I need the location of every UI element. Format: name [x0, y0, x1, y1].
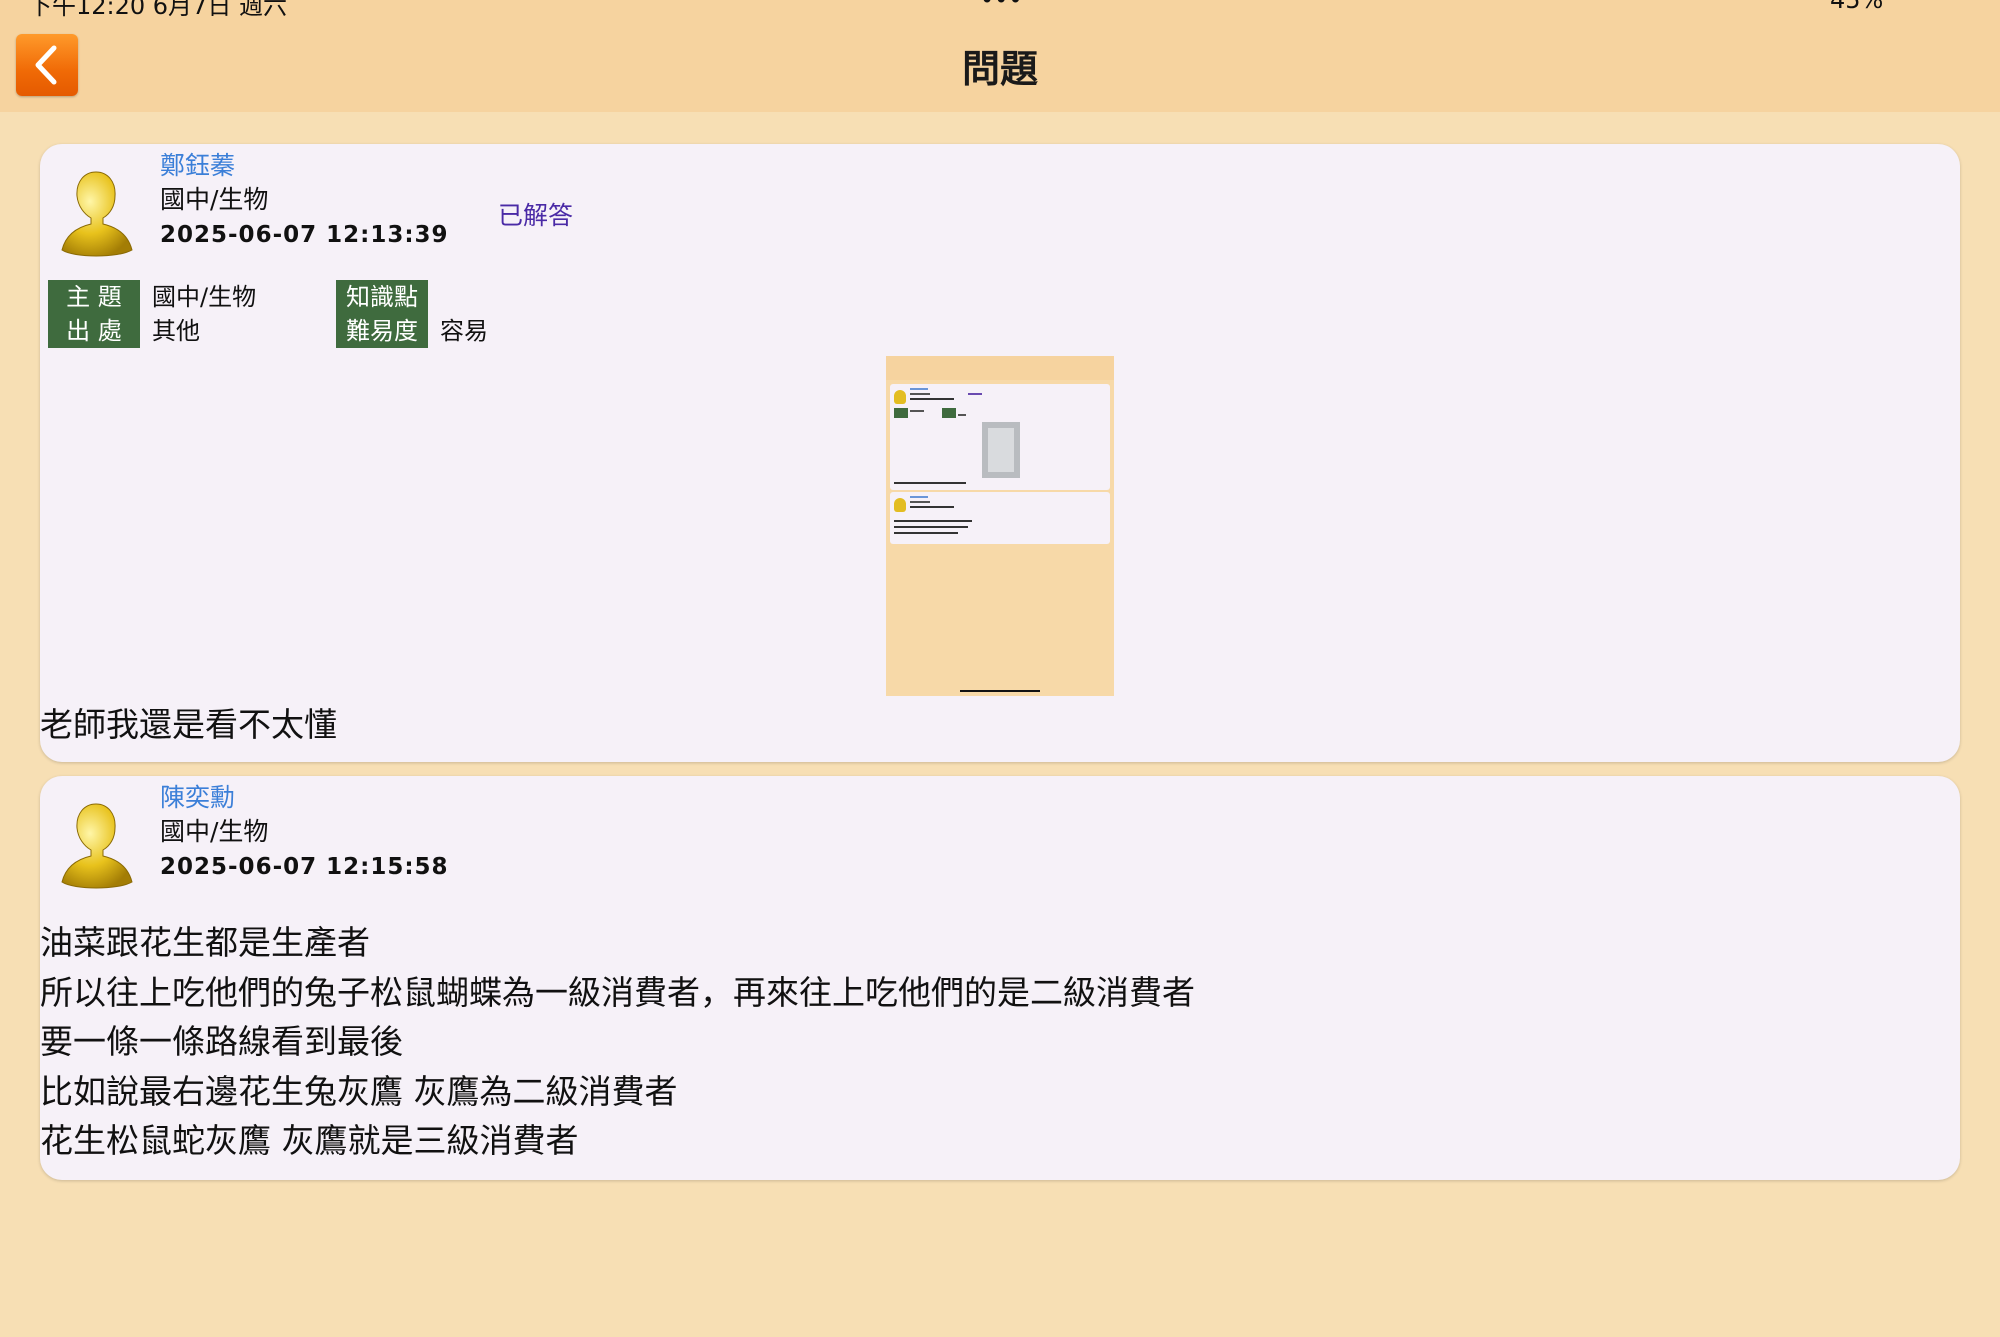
answer-category: 國中/生物 — [160, 817, 269, 846]
thumbnail-question-card — [890, 384, 1110, 490]
user-avatar-icon — [61, 803, 133, 889]
answer-text: 油菜跟花生都是生產者 所以往上吃他們的兔子松鼠蝴蝶為一級消費者，再來往上吃他們的… — [40, 918, 1195, 1166]
page-title: 問題 — [961, 47, 1038, 91]
thumbnail-header — [886, 356, 1114, 380]
question-category: 國中/生物 — [160, 185, 269, 214]
status-dots: ••• — [980, 0, 1023, 14]
status-bar: 下午12:20 6月7日 週六 ••• 45% — [0, 0, 2000, 20]
thumbnail-home-indicator — [960, 690, 1040, 692]
attachment-image-thumbnail[interactable] — [886, 356, 1114, 696]
answered-status: 已解答 — [498, 201, 574, 230]
topic-tag-label: 主 題 — [48, 280, 140, 314]
source-tag-label: 出 處 — [48, 314, 140, 348]
topic-value: 國中/生物 — [152, 283, 257, 311]
answer-line: 比如說最右邊花生兔灰鷹 灰鷹為二級消費者 — [40, 1071, 678, 1111]
answer-line: 要一條一條路線看到最後 — [40, 1022, 403, 1061]
status-battery-level: 45% — [1830, 0, 1884, 14]
status-time: 下午12:20 6月7日 週六 — [28, 0, 287, 20]
user-avatar-icon — [61, 171, 133, 257]
source-value: 其他 — [152, 317, 200, 345]
top-bar: 下午12:20 6月7日 週六 ••• 45% 問題 — [0, 0, 2000, 112]
knowledge-tag-label: 知識點 — [336, 280, 428, 314]
thumbnail-answer-card — [890, 492, 1110, 544]
difficulty-tag-label: 難易度 — [336, 314, 428, 348]
difficulty-value: 容易 — [440, 317, 488, 345]
answer-card: 陳奕勳 國中/生物 2025-06-07 12:15:58 油菜跟花生都是生產者… — [40, 776, 1960, 1180]
answer-line: 花生松鼠蛇灰鷹 灰鷹就是三級消費者 — [40, 1121, 579, 1160]
answer-timestamp: 2025-06-07 12:15:58 — [160, 854, 449, 880]
answer-line: 所以往上吃他們的兔子松鼠蝴蝶為一級消費者，再來往上吃他們的是二級消費者 — [40, 972, 1195, 1012]
answer-line: 油菜跟花生都是生產者 — [40, 923, 370, 962]
answer-author-link[interactable]: 陳奕勳 — [160, 778, 235, 814]
question-author-link[interactable]: 鄭鈺蓁 — [160, 146, 235, 182]
question-timestamp: 2025-06-07 12:13:39 — [160, 222, 449, 248]
question-card: 鄭鈺蓁 國中/生物 2025-06-07 12:13:39 已解答 主 題 國中… — [40, 144, 1960, 762]
question-text: 老師我還是看不太懂 — [40, 705, 337, 744]
